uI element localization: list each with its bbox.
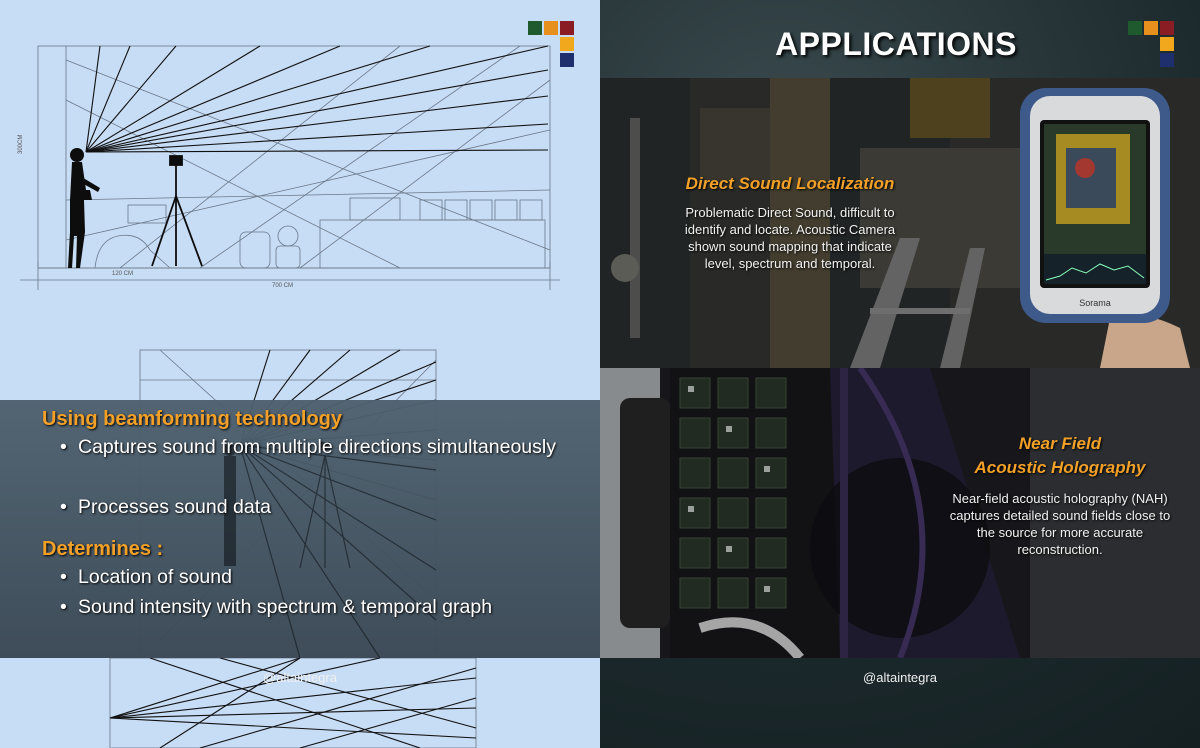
page-title: APPLICATIONS — [775, 26, 1017, 62]
card2-heading: Near Field Acoustic Holography — [974, 434, 1146, 477]
heading-determines: Determines : — [42, 538, 164, 560]
card1-heading: Direct Sound Localization — [685, 174, 895, 193]
person-silhouette — [68, 148, 100, 268]
bullet-processes: • Processes sound data — [60, 496, 271, 518]
heading-beamforming: Using beamforming technology — [42, 408, 343, 430]
brand-logo — [1128, 21, 1176, 69]
device-brand-label: Sorama — [1079, 298, 1111, 308]
dimension-label: 120 CM — [112, 271, 133, 277]
brand-logo — [528, 21, 576, 69]
acoustic-camera-device: Sorama — [1020, 88, 1190, 368]
card2-description: Near-field acoustic holography (NAH) cap… — [949, 491, 1171, 557]
card1-description: Problematic Direct Sound, difficult to i… — [684, 205, 896, 271]
bullet-location: • Location of sound — [60, 566, 232, 588]
direct-sound-localization-card: Sorama Direct Sound Localization Problem… — [600, 78, 1200, 368]
bullet-captures: • Captures sound from multiple direction… — [60, 436, 556, 458]
dimension-label: 300CM — [18, 135, 24, 154]
near-field-acoustic-holography-card: Near Field Acoustic Holography Near-fiel… — [600, 368, 1200, 658]
social-handle-right: @altaintegra — [863, 670, 937, 685]
beamforming-info-box: Using beamforming technology • Captures … — [0, 400, 600, 658]
left-panel: 300CM 120 CM 700 CM Using beamforming te… — [0, 0, 600, 748]
social-handle-left: @altaintegra — [263, 670, 337, 685]
right-panel: APPLICATIONS Sorama Direct Sound Localiz… — [600, 0, 1200, 748]
dimension-label: 700 CM — [272, 283, 293, 289]
bullet-intensity: • Sound intensity with spectrum & tempor… — [60, 596, 493, 618]
